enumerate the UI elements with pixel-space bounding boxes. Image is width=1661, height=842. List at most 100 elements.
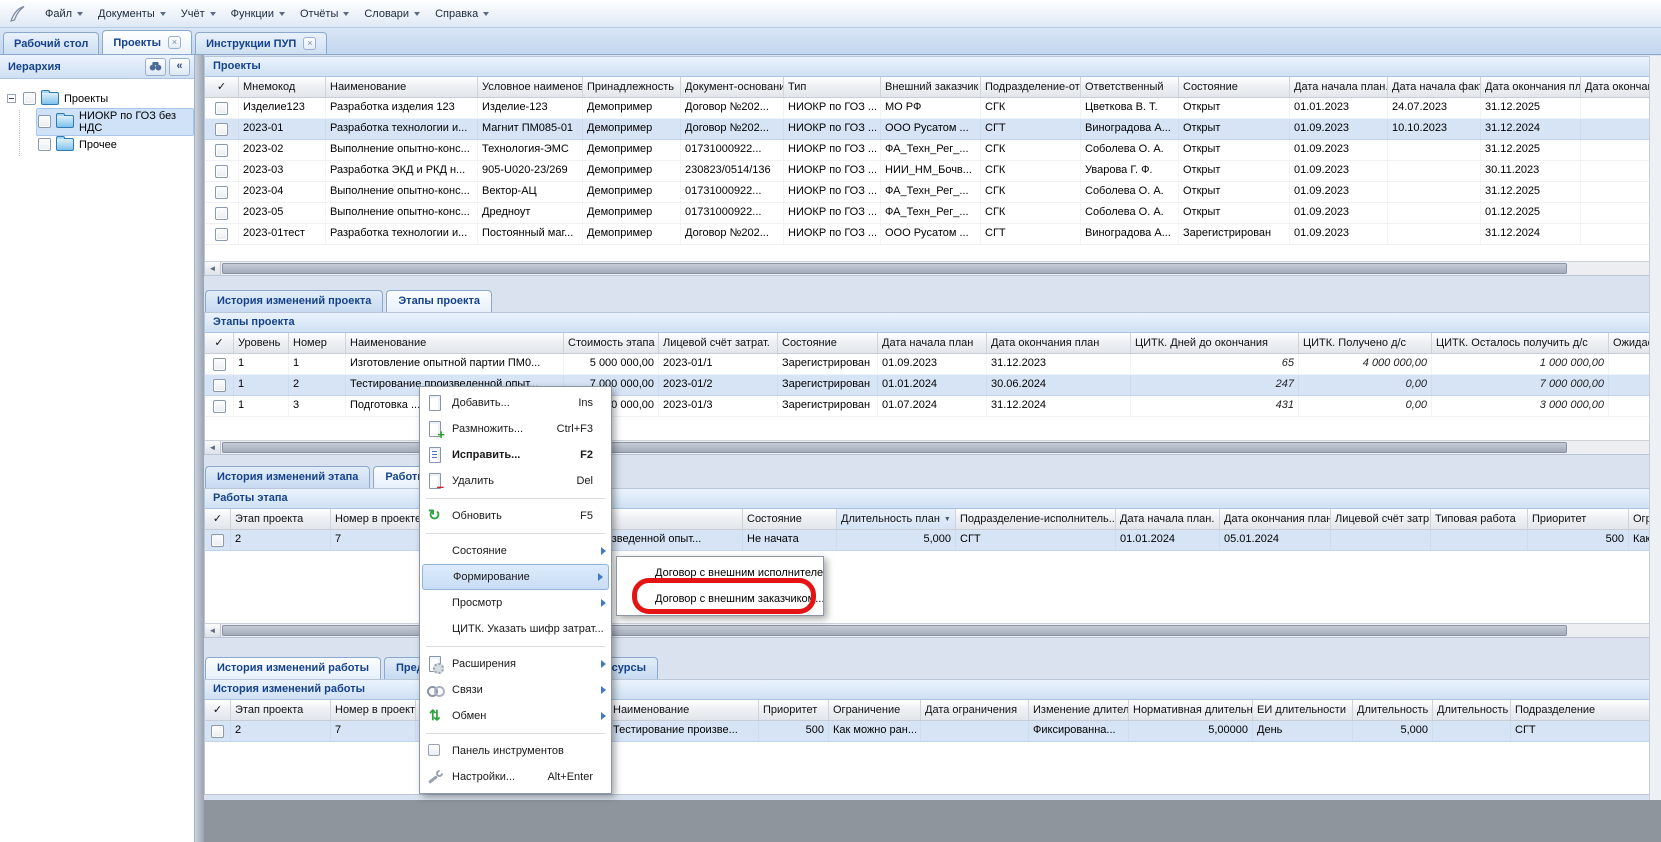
- column-header[interactable]: Наименование: [346, 333, 564, 353]
- column-header[interactable]: ✓: [205, 77, 239, 97]
- column-header[interactable]: Состояние: [743, 509, 837, 529]
- column-header[interactable]: Длительность план▼: [837, 509, 956, 529]
- column-header[interactable]: Дата начала план: [878, 333, 987, 353]
- row-checkbox[interactable]: [215, 165, 228, 178]
- close-icon[interactable]: ×: [303, 37, 316, 50]
- column-header[interactable]: Изменение длительности: [1029, 700, 1129, 720]
- column-header[interactable]: Дата окончания план: [987, 333, 1131, 353]
- column-header[interactable]: Нормативная длительность: [1129, 700, 1253, 720]
- column-header[interactable]: Приоритет: [759, 700, 829, 720]
- row-checkbox[interactable]: [215, 123, 228, 136]
- column-header[interactable]: Длительность план: [1353, 700, 1433, 720]
- column-header[interactable]: Состояние: [1179, 77, 1290, 97]
- section-tab[interactable]: Этапы проекта: [386, 290, 492, 312]
- table-row[interactable]: 2023-03Разработка ЭКД и РКД н...905-U020…: [205, 161, 1649, 182]
- menu-accounting[interactable]: Учёт: [172, 5, 222, 23]
- context-menu-item[interactable]: ЦИТК. Указать шифр затрат...: [420, 616, 611, 642]
- tree-item-other[interactable]: Прочее: [5, 133, 194, 156]
- context-menu-item[interactable]: Состояние: [420, 538, 611, 564]
- collapse-sidebar-icon[interactable]: «: [169, 58, 190, 76]
- column-header[interactable]: Этап проекта: [231, 700, 331, 720]
- table-row[interactable]: Изделие123Разработка изделия 123Изделие-…: [205, 98, 1649, 119]
- column-header[interactable]: Стоимость этапа: [564, 333, 659, 353]
- tab-pup-instructions[interactable]: Инструкции ПУП×: [195, 32, 327, 54]
- column-header[interactable]: Ограничение: [1629, 509, 1650, 529]
- column-header[interactable]: Ответственный: [1081, 77, 1179, 97]
- row-checkbox[interactable]: [215, 144, 228, 157]
- tree-item-projects[interactable]: Проекты: [5, 87, 194, 110]
- context-menu-item[interactable]: Расширения: [420, 651, 611, 677]
- tree-checkbox[interactable]: [38, 138, 51, 151]
- section-tab[interactable]: История изменений работы: [205, 657, 381, 679]
- context-menu-item[interactable]: Формирование: [422, 564, 609, 590]
- horizontal-scrollbar[interactable]: ◄: [205, 261, 1649, 275]
- column-header[interactable]: ЦИТК. Дней до окончания: [1131, 333, 1299, 353]
- scroll-left-icon[interactable]: ◄: [205, 441, 221, 454]
- context-menu-item[interactable]: Связи: [420, 677, 611, 703]
- column-header[interactable]: ЦИТК. Осталось получить д/с: [1432, 333, 1609, 353]
- column-header[interactable]: ✓: [205, 509, 231, 529]
- vertical-scrollbar[interactable]: [1649, 56, 1661, 800]
- table-row[interactable]: 2023-01Разработка технологии и...Магнит …: [205, 119, 1649, 140]
- column-header[interactable]: Принадлежность: [583, 77, 681, 97]
- column-header[interactable]: Документ-основание: [681, 77, 784, 97]
- column-header[interactable]: Ограничение: [829, 700, 921, 720]
- close-icon[interactable]: ×: [168, 36, 181, 49]
- row-checkbox[interactable]: [215, 186, 228, 199]
- column-header[interactable]: Ожидаемое: [1609, 333, 1650, 353]
- column-header[interactable]: Наименование: [326, 77, 478, 97]
- section-tab[interactable]: История изменений этапа: [205, 466, 370, 488]
- scrollbar-thumb[interactable]: [222, 263, 1567, 274]
- tab-projects[interactable]: Проекты×: [102, 30, 192, 54]
- collapse-minus-icon[interactable]: [7, 94, 16, 103]
- context-menu-item[interactable]: УдалитьDel: [420, 468, 611, 494]
- context-menu-item[interactable]: Размножить...Ctrl+F3: [420, 416, 611, 442]
- column-header[interactable]: Наименование: [609, 700, 759, 720]
- menu-reports[interactable]: Отчёты: [291, 5, 355, 23]
- column-header[interactable]: Мнемокод: [239, 77, 326, 97]
- menu-dictionaries[interactable]: Словари: [355, 5, 426, 23]
- sidebar-splitter[interactable]: [195, 55, 204, 842]
- column-header[interactable]: ЕИ длительности: [1253, 700, 1353, 720]
- table-row[interactable]: 11Изготовление опытной партии ПМ0...5 00…: [205, 354, 1649, 375]
- menu-help[interactable]: Справка: [426, 5, 495, 23]
- row-checkbox[interactable]: [213, 400, 226, 413]
- column-header[interactable]: Номер: [289, 333, 346, 353]
- column-header[interactable]: Тип: [784, 77, 881, 97]
- column-header[interactable]: Состояние: [778, 333, 878, 353]
- column-header[interactable]: Дата начала факт.: [1388, 77, 1481, 97]
- column-header[interactable]: Дата окончания факт: [1581, 77, 1650, 97]
- column-header[interactable]: Условное наименование: [478, 77, 583, 97]
- column-header[interactable]: Длительность факт: [1433, 700, 1511, 720]
- tab-desktop[interactable]: Рабочий стол: [3, 32, 99, 54]
- menu-functions[interactable]: Функции: [222, 5, 291, 23]
- context-menu-item[interactable]: Просмотр: [420, 590, 611, 616]
- column-header[interactable]: Дата начала план.: [1116, 509, 1220, 529]
- context-menu-item[interactable]: Исправить...F2: [420, 442, 611, 468]
- row-checkbox[interactable]: [211, 725, 224, 738]
- table-row[interactable]: 2023-02Выполнение опытно-конс...Технолог…: [205, 140, 1649, 161]
- row-checkbox[interactable]: [213, 379, 226, 392]
- context-menu-item[interactable]: Обмен: [420, 703, 611, 729]
- table-row[interactable]: 2023-04Выполнение опытно-конс...Вектор-А…: [205, 182, 1649, 203]
- table-row[interactable]: 2023-05Выполнение опытно-конс...Дредноут…: [205, 203, 1649, 224]
- tree-item-niokr-goz[interactable]: НИОКР по ГОЗ без НДС: [5, 110, 194, 133]
- column-header[interactable]: Подразделение: [1511, 700, 1650, 720]
- column-header[interactable]: ✓: [205, 333, 234, 353]
- context-menu-item[interactable]: Настройки...Alt+Enter: [420, 764, 611, 790]
- tree-checkbox[interactable]: [38, 115, 51, 128]
- column-header[interactable]: Приоритет: [1528, 509, 1629, 529]
- column-header[interactable]: Уровень: [234, 333, 289, 353]
- row-checkbox[interactable]: [213, 358, 226, 371]
- menu-file[interactable]: Файл: [36, 5, 89, 23]
- table-row[interactable]: 2023-01тестРазработка технологии и...Пос…: [205, 224, 1649, 245]
- scroll-left-icon[interactable]: ◄: [205, 624, 221, 637]
- column-header[interactable]: Дата окончания план: [1220, 509, 1331, 529]
- column-header[interactable]: ✓: [205, 700, 231, 720]
- row-checkbox[interactable]: [215, 102, 228, 115]
- context-menu-item[interactable]: Добавить...Ins: [420, 390, 611, 416]
- column-header[interactable]: ЦИТК. Получено д/с: [1299, 333, 1432, 353]
- column-header[interactable]: Подразделение-ответств: [981, 77, 1081, 97]
- column-header[interactable]: Лицевой счёт затрат.: [659, 333, 778, 353]
- column-header[interactable]: Лицевой счёт затр: [1331, 509, 1431, 529]
